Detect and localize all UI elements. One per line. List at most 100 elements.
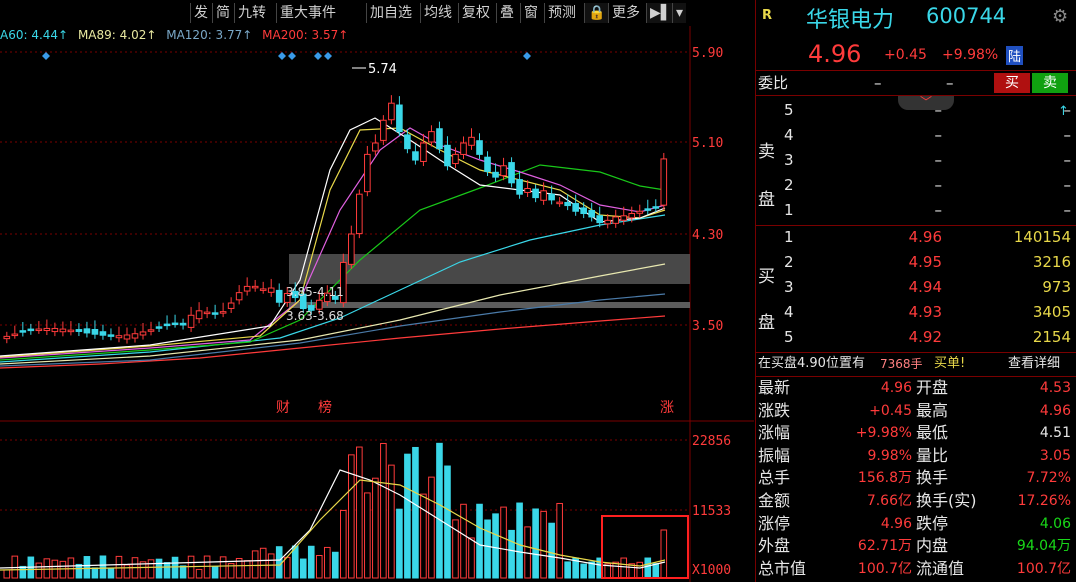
- candle: [83, 328, 91, 334]
- stat-value: 4.96: [880, 515, 912, 532]
- buy-button[interactable]: 买: [994, 73, 1030, 93]
- view-details-link[interactable]: 查看详细: [1008, 353, 1060, 375]
- toolbar-jian-button[interactable]: 简: [212, 3, 233, 23]
- candle: [412, 151, 419, 161]
- toolbar-watchlist-button[interactable]: 加自选: [366, 3, 415, 23]
- stat-value: 4.06: [1039, 515, 1071, 532]
- volume-bar: [564, 561, 571, 579]
- stat-label: 总市值: [758, 558, 807, 578]
- candle: [620, 215, 628, 221]
- volume-bar: [107, 567, 115, 579]
- vol-label-unit: X1000: [692, 563, 731, 578]
- order-notice: 在买盘4.90位置有 7368手 买单! 查看详细: [756, 353, 1076, 375]
- y-label-510: 5.10: [692, 136, 723, 151]
- volume-bar: [460, 503, 467, 579]
- buy-level-1[interactable]: 1 4.96 140154: [756, 226, 1076, 248]
- sell-button[interactable]: 卖: [1032, 73, 1068, 93]
- ma60-legend: A60: 4.44↑: [0, 28, 69, 42]
- toolbar-fa-button[interactable]: 发: [190, 3, 211, 23]
- buy-price: 4.94: [908, 278, 942, 296]
- volume-bar: [436, 442, 443, 579]
- stat-label: 跌停: [916, 513, 949, 533]
- volume-bar: [91, 567, 99, 579]
- sell-level-3[interactable]: 3 – –: [756, 149, 1076, 171]
- volume-bar: [404, 453, 411, 579]
- stat-label: 内盘: [916, 536, 949, 556]
- candle: [67, 329, 75, 333]
- candle: [476, 140, 483, 155]
- candle: [251, 285, 259, 289]
- candle: [452, 153, 459, 165]
- candle: [123, 334, 131, 340]
- candle: [524, 188, 531, 193]
- volume-bar: [171, 556, 179, 579]
- buy-level-3[interactable]: 3 4.94 973: [756, 276, 1076, 298]
- stat-value: 3.05: [1039, 447, 1071, 464]
- candle: [612, 216, 620, 224]
- candle: [420, 142, 427, 162]
- buy-level-4[interactable]: 4 4.93 3405: [756, 301, 1076, 323]
- zone-label-lower: 3.63-3.68: [286, 309, 344, 323]
- y-label-430: 4.30: [692, 228, 723, 243]
- candle: [444, 144, 451, 167]
- volume-bar: [396, 508, 403, 579]
- candle: [468, 136, 475, 146]
- toolbar-predict-button[interactable]: 预测: [544, 3, 579, 23]
- sell-level-5[interactable]: 5 – –: [756, 99, 1076, 121]
- candle: [203, 311, 211, 315]
- toolbar-more-button[interactable]: 更多: [608, 3, 643, 23]
- volume-bar: [372, 477, 379, 579]
- stat-label: 量比: [916, 445, 949, 465]
- candle: [500, 165, 507, 177]
- chevron-down-icon[interactable]: ▾: [672, 3, 687, 23]
- volume-bar: [163, 562, 171, 579]
- volume-bar: [123, 564, 131, 579]
- candle: [348, 233, 355, 265]
- candle: [131, 333, 139, 339]
- buy-volume: 3405: [1032, 303, 1071, 321]
- sell-price: –: [934, 151, 943, 169]
- candle: [3, 335, 11, 340]
- volume-bar: [468, 537, 475, 579]
- event-marker-cai[interactable]: 财: [276, 400, 290, 416]
- sell-volume: –: [1063, 201, 1072, 219]
- lock-icon[interactable]: 🔒: [584, 3, 609, 23]
- volume-bar: [340, 509, 347, 579]
- gear-icon[interactable]: ⚙: [1052, 6, 1068, 27]
- toolbar-adjust-button[interactable]: 复权: [458, 3, 493, 23]
- toolbar-jiuzhuan-button[interactable]: 九转: [234, 3, 269, 23]
- buy-level-2[interactable]: 2 4.95 3216: [756, 251, 1076, 273]
- sell-price: –: [934, 126, 943, 144]
- volume-bar: [484, 519, 491, 579]
- buy-level-5[interactable]: 5 4.92 2154: [756, 326, 1076, 348]
- toolbar-ma-button[interactable]: 均线: [420, 3, 455, 23]
- volume-bar: [364, 492, 371, 579]
- candle: [243, 285, 251, 292]
- zone-band-lower: [289, 302, 690, 308]
- event-marker-zhang[interactable]: 涨: [660, 400, 674, 416]
- stat-label: 总手: [758, 468, 791, 488]
- volume-bar: [115, 555, 123, 579]
- sell-level-4[interactable]: 4 – –: [756, 124, 1076, 146]
- volume-bar: [299, 558, 307, 579]
- event-marker-bang[interactable]: 榜: [318, 399, 332, 416]
- volume-bar: [508, 529, 515, 579]
- toolbar-events-button[interactable]: 重大事件: [276, 3, 339, 23]
- y-label-590: 5.90: [692, 46, 723, 61]
- volume-bar: [500, 506, 507, 579]
- toolbar-window-button[interactable]: 窗: [520, 3, 541, 23]
- stat-value: +9.98%: [855, 425, 912, 442]
- kline-chart[interactable]: 5.74 3.85-4.11 3.63-3.68 财 榜 涨 5.90 5.10…: [0, 0, 754, 582]
- candle: [652, 206, 660, 209]
- candle: [275, 289, 283, 303]
- sell-level-1[interactable]: 1 – –: [756, 199, 1076, 221]
- sell-price: –: [934, 201, 943, 219]
- sell-level-2[interactable]: 2 – –: [756, 174, 1076, 196]
- candle: [404, 134, 411, 150]
- candle: [91, 328, 99, 335]
- volume-bars: [3, 442, 668, 579]
- volume-bar: [75, 563, 83, 579]
- toolbar-overlay-button[interactable]: 叠: [496, 3, 517, 23]
- candle: [259, 288, 267, 291]
- play-end-icon[interactable]: ▶▌: [646, 3, 675, 23]
